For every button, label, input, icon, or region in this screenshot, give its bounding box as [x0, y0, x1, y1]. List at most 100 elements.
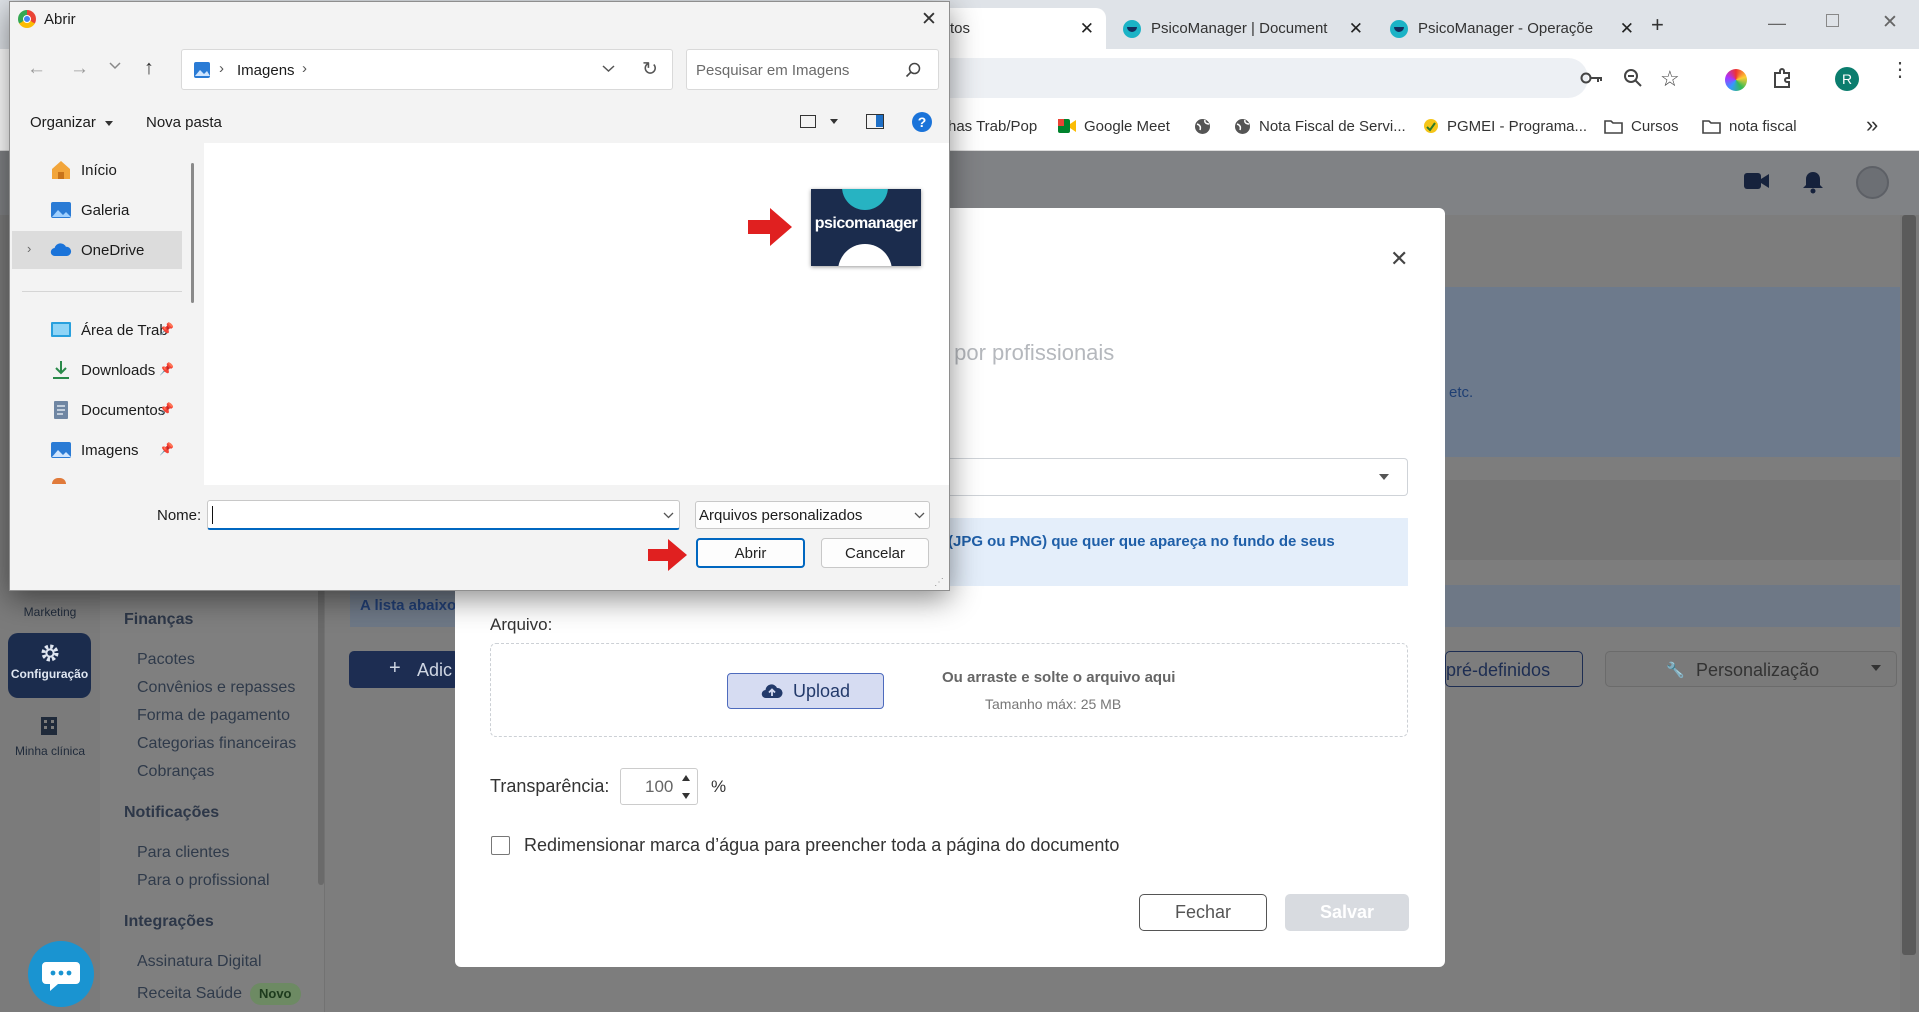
images-folder-icon: [193, 61, 211, 79]
new-tab-button[interactable]: +: [1651, 12, 1664, 38]
upload-label: Upload: [793, 681, 851, 701]
file-dropzone[interactable]: [490, 643, 1408, 737]
save-button[interactable]: Salvar: [1285, 894, 1409, 931]
zoom-icon[interactable]: [1623, 68, 1643, 88]
subnav-item-categorias[interactable]: Categorias financeiras: [137, 735, 296, 753]
recent-locations-chevron-icon[interactable]: [109, 62, 121, 70]
close-tab-icon[interactable]: ✕: [1620, 19, 1634, 39]
minimize-icon[interactable]: —: [1768, 13, 1786, 34]
resize-grip-icon[interactable]: ⋰: [934, 577, 944, 588]
bookmark-item[interactable]: Nota Fiscal de Servi...: [1234, 113, 1406, 139]
back-arrow-icon[interactable]: ←: [27, 58, 46, 80]
password-key-icon[interactable]: [1580, 70, 1604, 86]
dialog-close-icon[interactable]: ✕: [921, 8, 937, 31]
preview-pane-icon[interactable]: [866, 114, 884, 129]
browser-tab[interactable]: PsicoManager | Document ✕: [1111, 8, 1375, 49]
nav-item-documentos[interactable]: Documentos 📌: [22, 394, 182, 426]
notification-bell-icon[interactable]: [1802, 170, 1824, 194]
resize-checkbox[interactable]: [491, 836, 510, 855]
browser-menu-icon[interactable]: ⋮: [1890, 60, 1910, 80]
view-options-icon[interactable]: [800, 115, 816, 128]
more-bookmarks-icon[interactable]: »: [1866, 112, 1878, 138]
file-name-input[interactable]: [207, 500, 680, 530]
upload-button[interactable]: Upload: [727, 673, 884, 709]
help-icon[interactable]: ?: [912, 112, 932, 132]
bookmark-item[interactable]: PGMEI - Programa...: [1423, 113, 1587, 139]
breadcrumb[interactable]: Imagens: [237, 62, 295, 79]
chrome-logo-icon: [18, 10, 36, 28]
browser-tab-active[interactable]: tos ✕: [938, 8, 1106, 49]
file-thumbnail-psicomanager[interactable]: psicomanager: [811, 189, 921, 266]
subnav-item-para-clientes[interactable]: Para clientes: [137, 844, 230, 862]
close-window-icon[interactable]: ✕: [1882, 11, 1898, 34]
extensions-puzzle-icon[interactable]: [1772, 67, 1794, 89]
onedrive-cloud-icon: [50, 240, 72, 260]
modal-close-icon[interactable]: ✕: [1390, 246, 1408, 272]
restore-icon[interactable]: [1826, 14, 1839, 27]
close-tab-icon[interactable]: ✕: [1349, 19, 1363, 39]
organize-menu[interactable]: Organizar: [30, 114, 114, 131]
nav-item-area-de-trabalho[interactable]: Área de Trab 📌: [22, 314, 182, 346]
address-path-bar[interactable]: › Imagens › ↻: [181, 49, 673, 90]
nav-item-inicio[interactable]: Início: [22, 154, 182, 186]
rail-minha-clinica[interactable]: Minha clínica: [0, 744, 100, 758]
subnav-item-para-profissional[interactable]: Para o profissional: [137, 872, 270, 890]
search-input[interactable]: Pesquisar em Imagens: [686, 49, 939, 90]
up-arrow-icon[interactable]: ↑: [144, 57, 154, 80]
psicomanager-favicon: [1123, 19, 1141, 38]
nav-item-imagens[interactable]: Imagens 📌: [22, 434, 182, 466]
clinic-building-icon: [40, 716, 58, 736]
predefined-button[interactable]: pré-definidos: [1445, 651, 1583, 687]
video-call-icon[interactable]: [1744, 172, 1770, 190]
bookmark-item[interactable]: has Trab/Pop: [948, 113, 1037, 139]
new-folder-button[interactable]: Nova pasta: [146, 114, 222, 131]
forward-arrow-icon[interactable]: →: [70, 58, 89, 80]
bookmark-item[interactable]: [1194, 113, 1219, 139]
close-tab-icon[interactable]: ✕: [1080, 19, 1094, 39]
open-button[interactable]: Abrir: [696, 538, 805, 568]
stepper-up-icon[interactable]: [682, 775, 690, 781]
bookmark-label: has Trab/Pop: [948, 117, 1038, 135]
user-avatar[interactable]: [1856, 166, 1889, 199]
chevron-down-icon[interactable]: [830, 119, 838, 124]
subnav-item-pacotes[interactable]: Pacotes: [137, 651, 195, 669]
new-badge: Novo: [250, 983, 301, 1005]
tab-title: tos: [950, 20, 971, 37]
subnav-item-cobrancas[interactable]: Cobranças: [137, 763, 214, 781]
nav-item-galeria[interactable]: Galeria: [22, 194, 182, 226]
transparency-stepper[interactable]: 100: [620, 768, 698, 805]
color-extension-icon[interactable]: [1725, 69, 1747, 91]
subnav-item-convenios[interactable]: Convênios e repasses: [137, 679, 295, 697]
nav-item-onedrive[interactable]: OneDrive: [22, 234, 182, 266]
bookmark-star-icon[interactable]: ☆: [1660, 66, 1680, 92]
desktop-icon: [50, 320, 72, 340]
chevron-down-icon: [914, 512, 925, 519]
folder-icon: [1702, 119, 1721, 134]
professional-select[interactable]: [940, 458, 1408, 496]
bookmark-item[interactable]: Google Meet: [1058, 113, 1170, 139]
bookmark-item[interactable]: nota fiscal: [1702, 113, 1797, 139]
subnav-item-assinatura[interactable]: Assinatura Digital: [137, 953, 262, 971]
chevron-down-icon[interactable]: [663, 512, 674, 519]
path-dropdown-icon[interactable]: [602, 65, 615, 73]
subnav-item-forma-pagamento[interactable]: Forma de pagamento: [137, 707, 290, 725]
browser-tab[interactable]: PsicoManager - Operaçõe ✕: [1378, 8, 1646, 49]
bookmark-label: Nota Fiscal de Servi...: [1259, 117, 1406, 135]
nav-item-downloads[interactable]: Downloads 📌: [22, 354, 182, 386]
profile-avatar[interactable]: R: [1835, 67, 1859, 91]
refresh-icon[interactable]: ↻: [642, 58, 658, 81]
scrollbar-thumb[interactable]: [1902, 215, 1916, 955]
subnav-item-receita-saude[interactable]: Receita Saúde: [137, 985, 242, 1003]
cancel-button[interactable]: Cancelar: [821, 538, 929, 568]
add-button[interactable]: + Adic: [349, 651, 459, 688]
nav-scrollbar-thumb[interactable]: [191, 163, 194, 303]
globe-icon: [1194, 118, 1211, 135]
stepper-down-icon[interactable]: [682, 793, 690, 799]
close-button[interactable]: Fechar: [1139, 894, 1267, 931]
bookmark-item[interactable]: Cursos: [1604, 113, 1679, 139]
chat-support-button[interactable]: [28, 941, 94, 1007]
rail-configuracao[interactable]: Configuração: [8, 633, 91, 698]
file-type-select[interactable]: Arquivos personalizados: [695, 501, 930, 529]
customize-button[interactable]: 🔧 Personalização: [1605, 651, 1897, 687]
rail-marketing[interactable]: Marketing: [0, 605, 100, 619]
